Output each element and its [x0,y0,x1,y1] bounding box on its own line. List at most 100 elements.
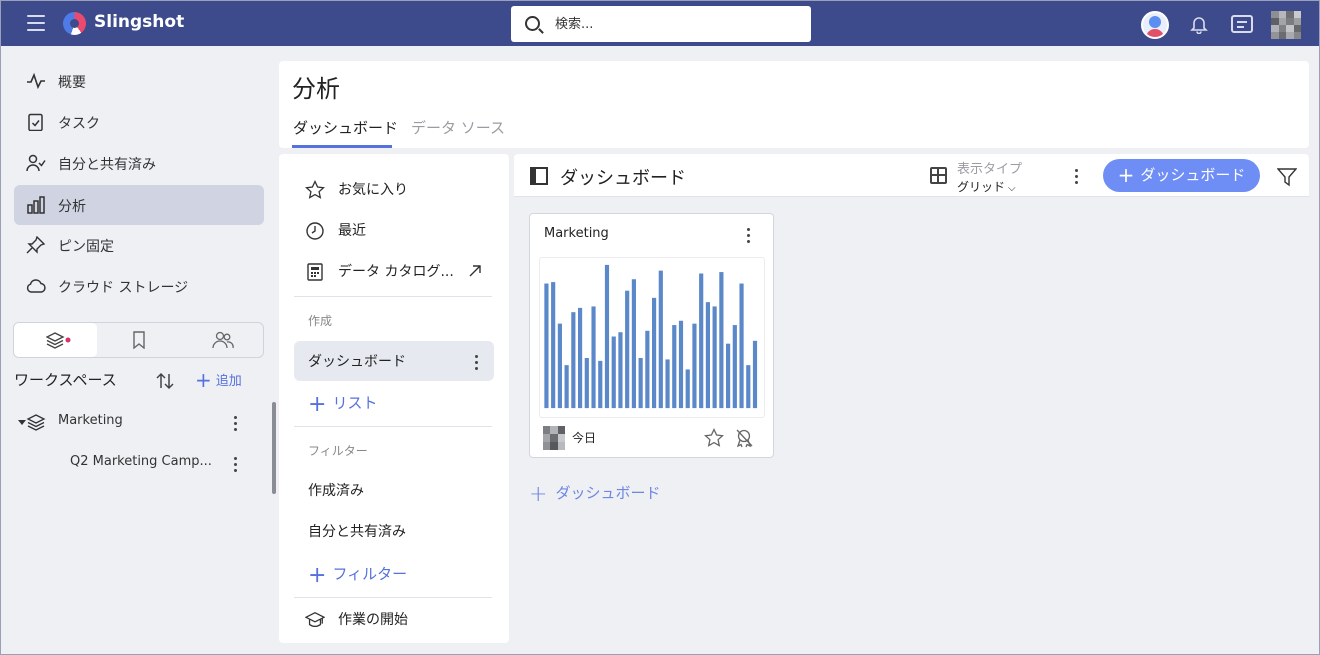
hamburger-menu-icon[interactable] [27,15,45,31]
collapse-panel-icon[interactable] [530,167,548,185]
plus-icon: + [529,482,548,507]
sidebar-item-tasks[interactable]: タスク [14,102,264,142]
nav-dashboard[interactable]: ダッシュボード [294,341,494,381]
chart-bar [571,312,576,409]
add-dashboard-button[interactable]: + ダッシュボード [1103,159,1260,192]
sidebar-item-label: 自分と共有済み [58,157,156,173]
chart-bar [665,359,670,409]
nav-favorites[interactable]: お気に入り [294,169,494,209]
list-label: リスト [332,394,378,412]
star-icon[interactable] [704,428,724,448]
brand-name: Slingshot [94,12,185,32]
divider [294,597,492,598]
add-list-button[interactable]: + リスト [294,382,494,422]
more-options-icon[interactable] [234,457,238,475]
certified-badge-icon[interactable] [734,428,754,448]
sidebar-item-label: 分析 [58,199,86,215]
add-filter-button[interactable]: + フィルター [294,553,494,593]
tree-item-q2-campaign[interactable]: Q2 Marketing Camp... [1,445,261,481]
sidebar-item-cloud-storage[interactable]: クラウド ストレージ [14,266,264,306]
card-title: Marketing [544,226,609,241]
tab-dashboards[interactable]: ダッシュボード [293,117,398,138]
chart-bar [746,365,751,409]
chat-icon[interactable] [1231,15,1253,33]
filter-icon[interactable] [1277,167,1297,187]
bar-chart-icon [27,196,45,214]
slingshot-logo [63,12,86,35]
divider [294,296,492,297]
chart-bar [584,357,589,409]
add-workspace-button[interactable]: + 追加 [195,368,242,392]
filter-label: フィルター [332,565,408,583]
more-options-icon[interactable] [475,355,479,373]
nav-label: データ カタログ... [338,264,454,280]
nav-label: ダッシュボード [308,354,406,370]
nav-data-catalog[interactable]: データ カタログ... [294,251,494,291]
sidebar-item-pinned[interactable]: ピン固定 [14,225,264,265]
grid-view-icon[interactable] [930,167,947,184]
chart-bar [739,283,744,409]
top-bar: Slingshot [1,1,1319,46]
workspace-title: ワークスペース [14,371,117,389]
bell-icon[interactable] [1189,14,1209,34]
active-tab-indicator [292,145,392,148]
layers-icon [26,414,46,431]
chart-bar [685,369,690,409]
more-options-icon[interactable] [747,228,751,246]
chart-bar [712,306,717,409]
tab-workspaces[interactable] [14,323,97,357]
add-label: 追加 [215,374,242,389]
chart-bar [705,302,710,409]
app-window: Slingshot 概要 タスク 自分と共有済み [0,0,1320,655]
filter-created[interactable]: 作成済み [294,470,494,510]
view-type-value: グリッド [957,180,1006,194]
sidebar-item-overview[interactable]: 概要 [14,61,264,101]
pin-icon [26,236,46,254]
tree-item-label: Q2 Marketing Camp... [70,454,212,469]
chart-bar [564,365,569,409]
layers-icon [46,332,71,349]
chart-bar [752,340,758,409]
nav-get-started[interactable]: 作業の開始 [294,599,494,639]
caret-down-icon[interactable] [18,418,26,426]
chart-bar [631,279,636,409]
workspace-tabs [13,322,264,358]
avatar[interactable] [1141,11,1169,39]
sidebar-item-analytics[interactable]: 分析 [14,185,264,225]
tree-item-marketing[interactable]: Marketing [1,404,261,440]
sidebar-item-shared[interactable]: 自分と共有済み [14,143,264,183]
card-thumbnail-chart [539,257,765,418]
view-type-select[interactable]: グリッド ⌵ [957,178,1016,195]
more-options-icon[interactable] [234,416,238,434]
plus-icon: + [1117,163,1135,187]
nav-recent[interactable]: 最近 [294,210,494,250]
user-avatar[interactable] [1271,11,1301,39]
section-create: 作成 [308,314,333,328]
sidebar-scrollbar[interactable] [272,402,276,494]
nav-label: 最近 [338,223,366,239]
dashboard-section-title: ダッシュボード [560,168,686,189]
chart-bar [544,283,549,409]
nav-label: お気に入り [338,182,408,198]
chart-bar [678,320,684,409]
nav-label: 作業の開始 [338,612,408,628]
user-check-icon [26,154,46,172]
chart-bar [591,306,596,409]
sort-icon[interactable] [155,371,175,391]
chart-bar [625,290,630,409]
search-input[interactable] [555,14,795,34]
clipboard-check-icon [28,113,43,131]
tree-item-label: Marketing [58,413,123,428]
chart-bar [692,323,697,409]
add-dashboard-link-label: ダッシュボード [555,484,661,502]
tab-bookmarks[interactable] [97,323,180,357]
tab-data-sources[interactable]: データ ソース [411,117,505,138]
tab-shared-people[interactable] [180,323,263,357]
users-icon [212,331,234,349]
sidebar-item-label: 概要 [58,75,86,91]
filter-shared[interactable]: 自分と共有済み [294,511,494,551]
more-options-icon[interactable] [1075,169,1079,187]
section-filter: フィルター [308,444,368,458]
dashboard-card[interactable]: Marketing 今日 [529,213,774,458]
add-dashboard-link[interactable]: + ダッシュボード [529,482,660,507]
